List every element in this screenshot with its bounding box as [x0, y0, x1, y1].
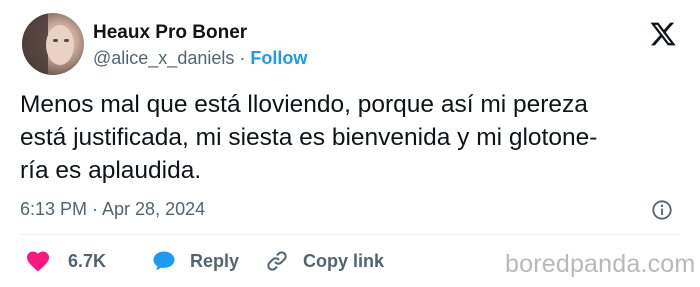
speech-bubble-icon: [153, 251, 175, 271]
info-icon[interactable]: [651, 199, 673, 221]
avatar-face: [46, 25, 74, 65]
heart-icon: [27, 251, 49, 272]
author-handle[interactable]: @alice_x_daniels: [93, 48, 234, 68]
copy-link-label: Copy link: [303, 250, 385, 271]
reply-label: Reply: [190, 250, 240, 271]
tweet-card: Heaux Pro Boner @alice_x_daniels · Follow …: [0, 0, 700, 287]
tweet-timestamp[interactable]: 6:13 PM · Apr 28, 2024: [20, 199, 205, 220]
author-display-name[interactable]: Heaux Pro Boner: [93, 22, 247, 44]
copy-link-button[interactable]: Copy link: [265, 248, 384, 274]
watermark: boredpanda.com: [505, 250, 696, 278]
x-logo-icon[interactable]: [648, 20, 678, 48]
author-handle-row: @alice_x_daniels · Follow: [93, 48, 307, 69]
tweet-text: Menos mal que está lloviendo, porque así…: [20, 88, 680, 187]
avatar[interactable]: [22, 13, 84, 75]
reply-button[interactable]: Reply: [152, 248, 239, 274]
like-count: 6.7K: [68, 250, 107, 271]
divider: [20, 234, 680, 235]
avatar-eye-right: [64, 39, 69, 42]
like-button[interactable]: 6.7K: [26, 248, 106, 274]
tweet-text-line: ría es aplaudida.: [20, 157, 202, 184]
avatar-eye-left: [53, 39, 58, 42]
tweet-text-line: Menos mal que está lloviendo, porque así…: [20, 91, 588, 118]
follow-button[interactable]: Follow: [250, 48, 307, 68]
link-icon: [267, 251, 287, 271]
avatar-hair: [22, 13, 48, 75]
separator-dot: ·: [239, 48, 246, 68]
tweet-text-line: está justificada, mi siesta es bienvenid…: [20, 124, 598, 151]
